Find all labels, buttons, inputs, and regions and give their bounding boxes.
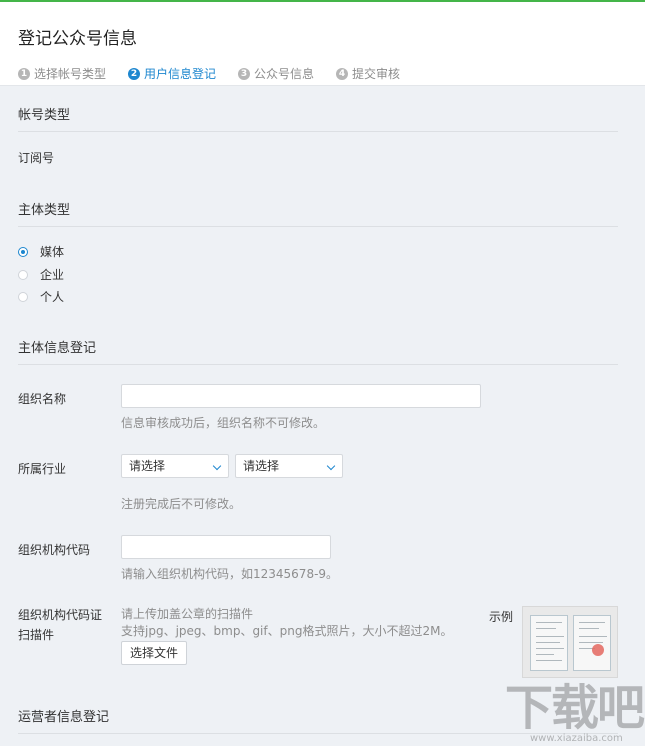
industry-select-1-value: 请选择 <box>129 459 166 473</box>
divider <box>18 226 618 227</box>
divider <box>18 131 618 132</box>
industry-select-1[interactable]: 请选择 <box>121 454 229 478</box>
industry-select-2-value: 请选择 <box>243 459 280 473</box>
org-code-input[interactable] <box>121 535 331 559</box>
industry-hint: 注册完成后不可修改。 <box>121 497 242 511</box>
radio-unchecked-icon[interactable] <box>18 269 28 280</box>
radio-unchecked-icon[interactable] <box>18 291 28 302</box>
radio-personal[interactable]: 个人 <box>18 288 64 305</box>
radio-enterprise[interactable]: 企业 <box>18 266 64 283</box>
step-4-label: 提交审核 <box>352 67 401 81</box>
radio-media[interactable]: 媒体 <box>18 243 64 260</box>
step-4-number: 4 <box>336 67 349 80</box>
subject-type-title: 主体类型 <box>18 203 71 218</box>
watermark-url: www.xiazaiba.com <box>530 733 623 744</box>
watermark-logo: 下载吧 <box>505 680 645 736</box>
step-2-label: 用户信息登记 <box>144 67 217 81</box>
step-3-number: 3 <box>238 67 251 80</box>
example-label: 示例 <box>489 610 514 624</box>
scan-hint-1: 请上传加盖公章的扫描件 <box>121 607 254 621</box>
scan-label: 组织机构代码证 扫描件 <box>18 605 102 645</box>
step-1-label: 选择帐号类型 <box>34 67 107 81</box>
industry-select-2[interactable]: 请选择 <box>235 454 343 478</box>
chevron-down-icon <box>212 461 222 471</box>
step-2: 2 用户信息登记 <box>128 65 216 82</box>
account-type-title: 帐号类型 <box>18 108 71 123</box>
org-name-input[interactable] <box>121 384 481 408</box>
industry-label: 所属行业 <box>18 462 67 476</box>
step-2-number: 2 <box>128 67 141 80</box>
radio-label: 企业 <box>40 268 65 282</box>
step-indicator: 1 选择帐号类型 2 用户信息登记 3 公众号信息 4 提交审核 <box>18 65 422 82</box>
example-certificate-image <box>522 606 618 678</box>
step-1: 1 选择帐号类型 <box>18 65 106 82</box>
operator-info-title: 运营者信息登记 <box>18 710 110 725</box>
radio-label: 个人 <box>40 290 65 304</box>
step-4: 4 提交审核 <box>336 65 400 82</box>
page-title: 登记公众号信息 <box>18 29 137 49</box>
scan-label-line2: 扫描件 <box>18 628 55 642</box>
scan-label-line1: 组织机构代码证 <box>18 608 103 622</box>
page-header: 登记公众号信息 1 选择帐号类型 2 用户信息登记 3 公众号信息 4 提交审核 <box>0 0 645 86</box>
scan-hint-2: 支持jpg、jpeg、bmp、gif、png格式照片，大小不超过2M。 <box>121 624 453 638</box>
org-name-label: 组织名称 <box>18 392 67 406</box>
step-1-number: 1 <box>18 67 30 80</box>
org-name-hint: 信息审核成功后，组织名称不可修改。 <box>121 416 326 430</box>
step-3: 3 公众号信息 <box>238 65 314 82</box>
radio-checked-icon[interactable] <box>18 246 28 257</box>
step-3-label: 公众号信息 <box>254 67 315 81</box>
red-stamp-icon <box>592 644 604 656</box>
radio-label: 媒体 <box>40 245 65 259</box>
certificate-page-icon <box>573 615 611 671</box>
choose-file-button[interactable]: 选择文件 <box>121 641 188 665</box>
account-type-value: 订阅号 <box>18 151 55 165</box>
certificate-page-icon <box>530 615 568 671</box>
subject-info-title: 主体信息登记 <box>18 341 97 356</box>
divider <box>18 364 618 365</box>
org-code-hint: 请输入组织机构代码，如12345678-9。 <box>121 567 339 581</box>
chevron-down-icon <box>326 461 336 471</box>
org-code-label: 组织机构代码 <box>18 543 91 557</box>
